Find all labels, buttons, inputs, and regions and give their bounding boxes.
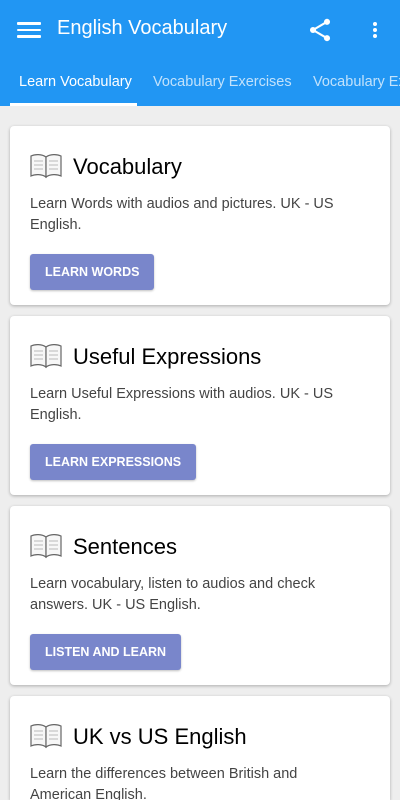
card-sentences: Sentences Learn vocabulary, listen to au… — [10, 506, 390, 685]
app-bar: English Vocabulary Learn Vocabulary Voca… — [0, 0, 400, 106]
card-description: Learn the differences between British an… — [30, 766, 298, 800]
card-useful-expressions: Useful Expressions Learn Useful Expressi… — [10, 316, 390, 495]
share-icon[interactable] — [306, 16, 334, 44]
card-description: Learn Useful Expressions with audios. UK… — [30, 386, 334, 423]
tab-vocabulary-exercises[interactable]: Vocabulary Exercises — [153, 74, 292, 90]
card-uk-vs-us-english: UK vs US English Learn the differences b… — [10, 696, 390, 800]
open-book-icon — [30, 344, 62, 369]
hamburger-menu-icon[interactable] — [14, 16, 44, 44]
listen-and-learn-button[interactable]: LISTEN AND LEARN — [30, 634, 182, 670]
open-book-icon — [30, 534, 62, 559]
card-title: Vocabulary — [73, 154, 182, 179]
tab-vocabulary-exercises-2[interactable]: Vocabulary Exercises — [313, 74, 400, 90]
toolbar: English Vocabulary — [0, 0, 400, 60]
learn-expressions-button[interactable]: LEARN EXPRESSIONS — [30, 444, 197, 480]
card-vocabulary: Vocabulary Learn Words with audios and p… — [10, 126, 390, 305]
tab-indicator — [10, 103, 137, 106]
more-vert-icon[interactable] — [362, 16, 388, 44]
card-description: Learn vocabulary, listen to audios and c… — [30, 576, 316, 613]
open-book-icon — [30, 724, 62, 749]
card-description: Learn Words with audios and pictures. UK… — [30, 196, 334, 233]
app-title: English Vocabulary — [57, 17, 228, 39]
tab-learn-vocabulary[interactable]: Learn Vocabulary — [19, 74, 132, 90]
card-title: Sentences — [73, 534, 177, 559]
tab-bar: Learn Vocabulary Vocabulary Exercises Vo… — [0, 60, 400, 106]
open-book-icon — [30, 154, 62, 179]
card-title: UK vs US English — [73, 724, 247, 749]
card-title: Useful Expressions — [73, 344, 262, 369]
learn-words-button[interactable]: LEARN WORDS — [30, 254, 155, 290]
